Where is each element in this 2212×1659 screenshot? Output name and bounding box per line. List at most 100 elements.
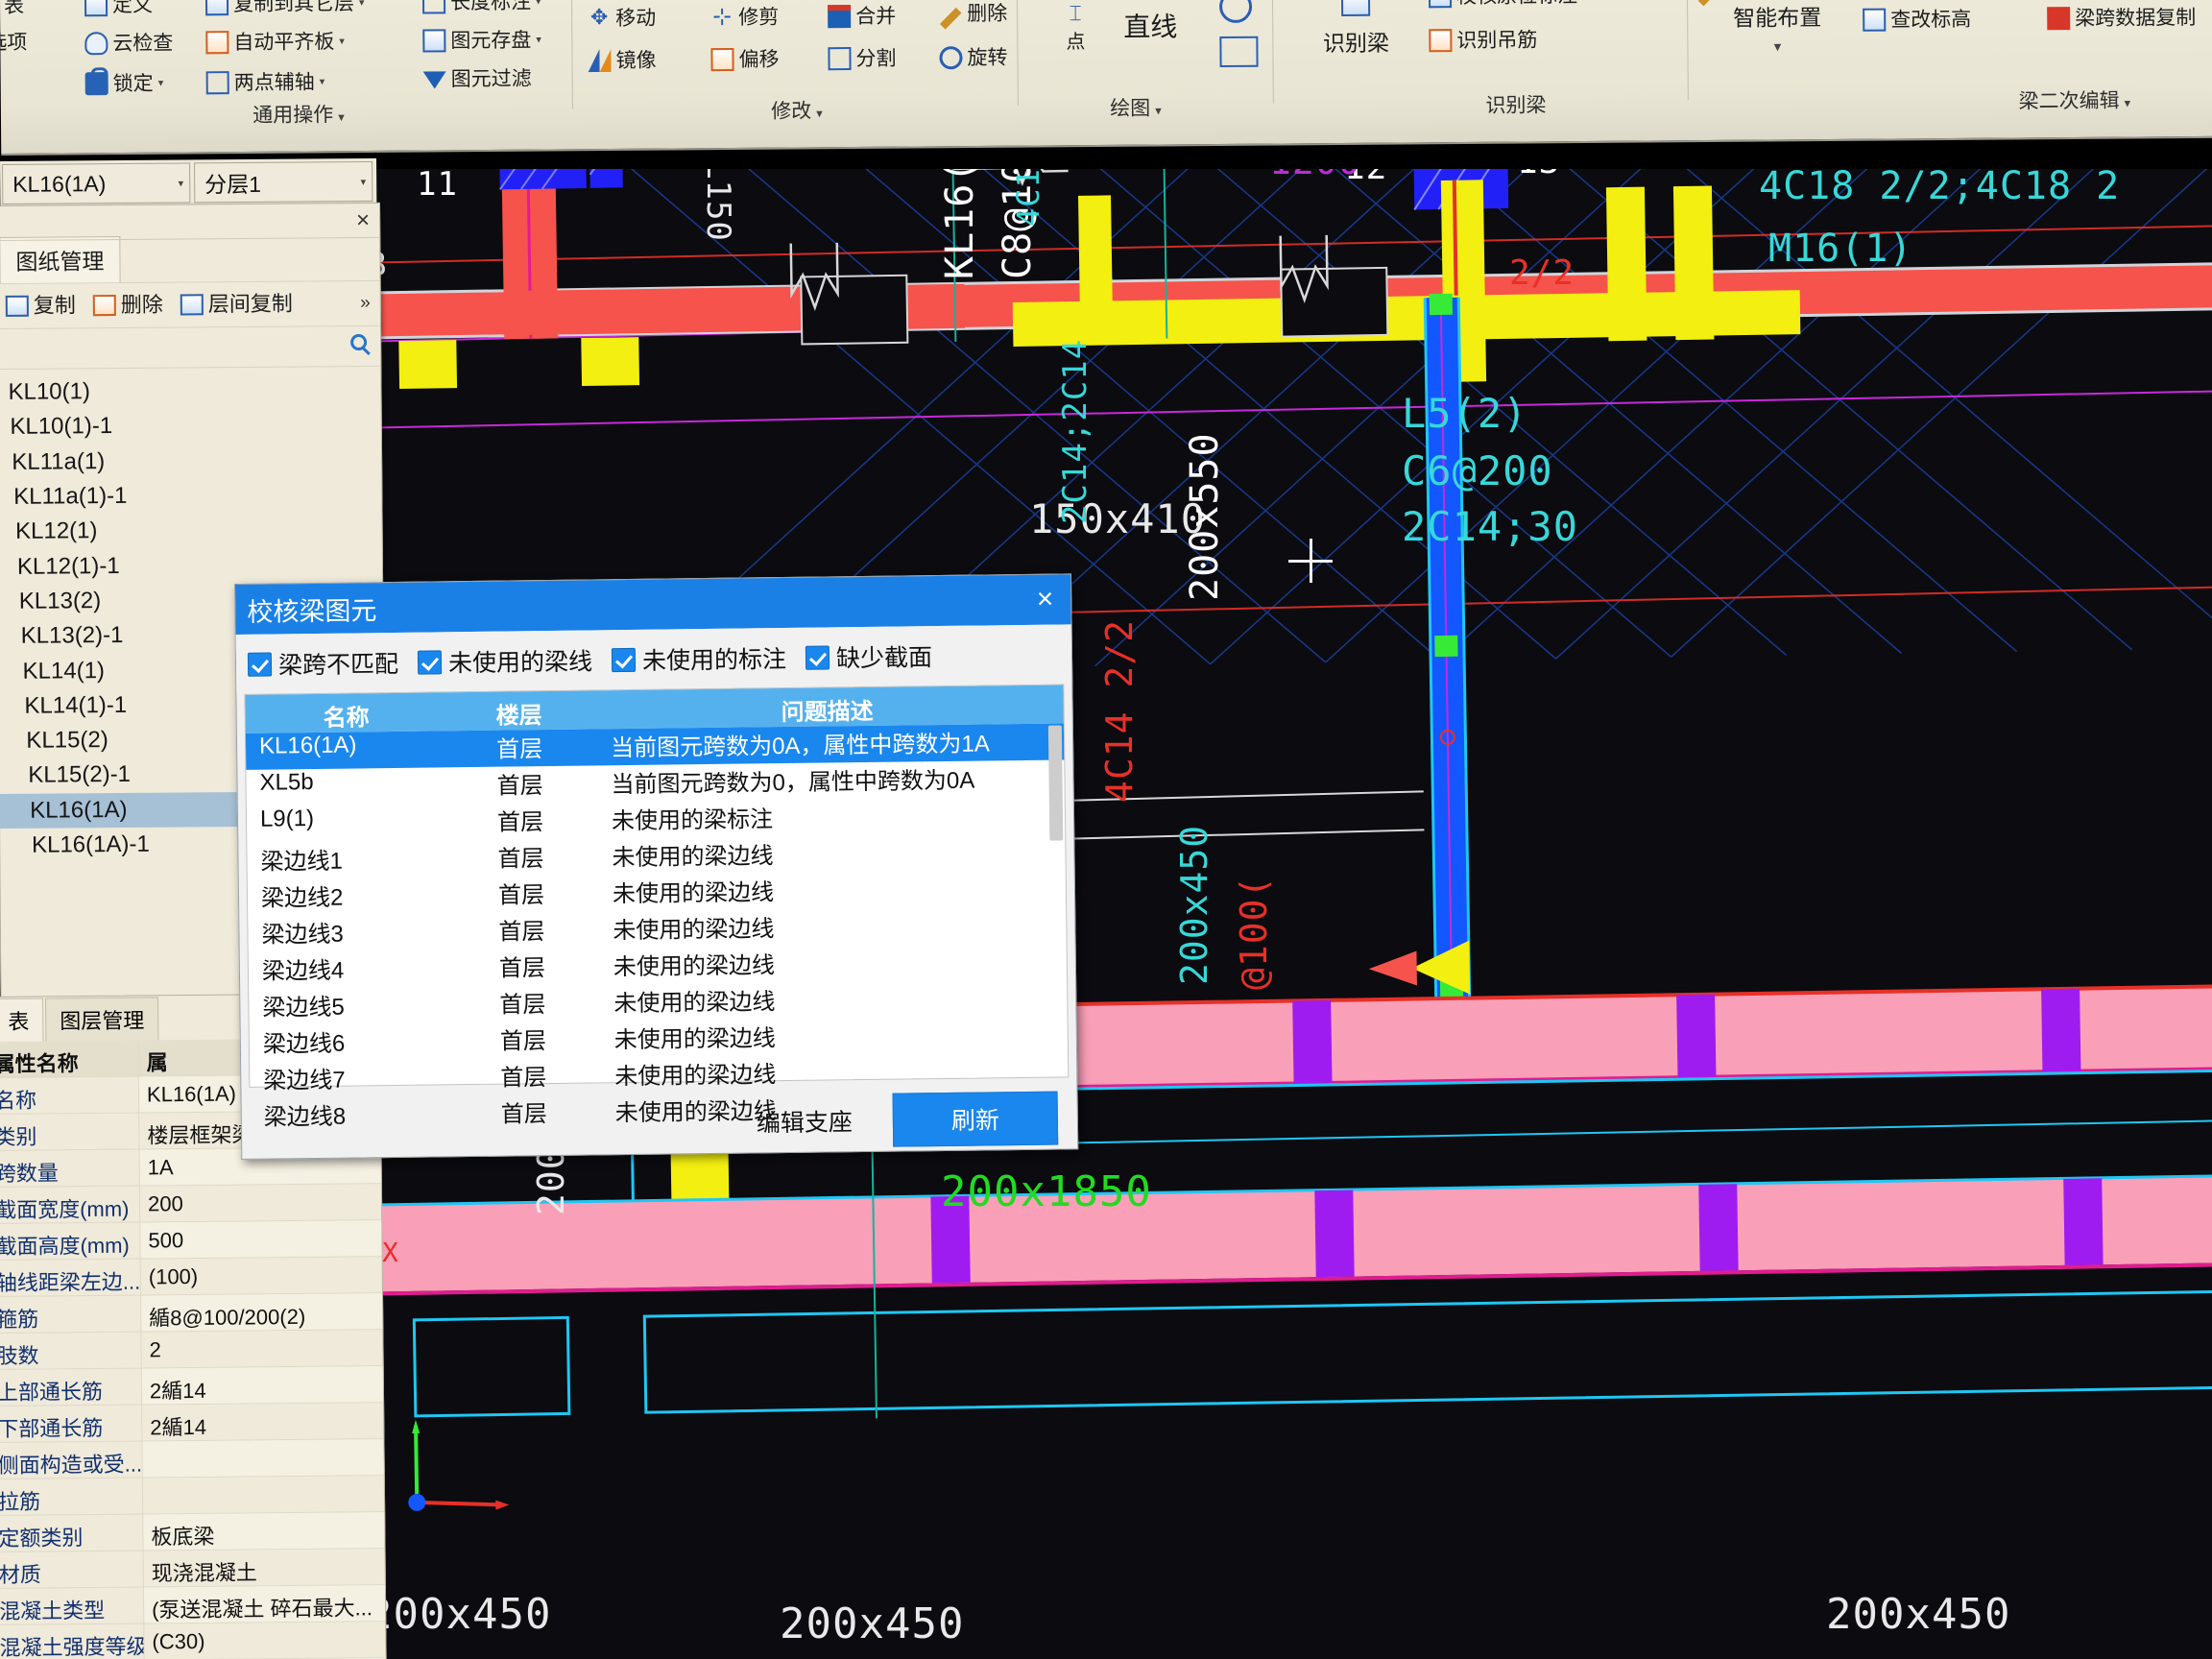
property-row[interactable]: 肢数 2 xyxy=(0,1330,383,1370)
property-value[interactable]: (100) xyxy=(139,1257,382,1295)
ribbon-item-move[interactable]: ✥ 移动 xyxy=(588,5,656,31)
chevron-down-icon[interactable]: ▾ xyxy=(339,36,345,47)
chevron-down-icon[interactable]: ▾ xyxy=(320,76,325,87)
chevron-down-icon[interactable]: ▾ xyxy=(165,177,184,189)
property-value[interactable]: 2 xyxy=(140,1330,383,1368)
drawing-tree-item[interactable]: KL10(1) xyxy=(0,373,381,410)
property-row[interactable]: 混凝土强度等级 (C30) xyxy=(0,1622,386,1659)
property-row[interactable]: 轴线距梁左边... (100) xyxy=(0,1257,382,1297)
ribbon-item-copy-to-layer[interactable]: 复制到其它层 ▾ xyxy=(204,0,365,16)
ribbon-item-auto-align-slab[interactable]: 自动平齐板 ▾ xyxy=(205,30,345,55)
ribbon-item-check-insitu-annotation[interactable]: 校核原位标注 xyxy=(1428,0,1577,9)
ribbon-item-element-filter[interactable]: 图元过滤 xyxy=(422,68,532,90)
ribbon-item-span-data-copy[interactable]: 梁跨数据复制 xyxy=(2047,6,2196,31)
property-row[interactable]: 截面宽度(mm) 200 xyxy=(0,1184,382,1224)
property-row[interactable]: 拉筋 xyxy=(0,1476,385,1516)
property-row[interactable]: 材质 现浇混凝土 xyxy=(0,1549,385,1589)
property-value[interactable]: 2䋸​14 xyxy=(140,1366,384,1405)
ribbon-item-options[interactable]: 选项 xyxy=(0,32,27,54)
ribbon-item-define[interactable]: 定义 xyxy=(84,0,153,17)
search-icon[interactable] xyxy=(350,333,368,351)
ribbon-item-rotate[interactable]: 旋转 xyxy=(939,46,1008,70)
ribbon-item-element-save[interactable]: 图元存盘 ▾ xyxy=(422,29,541,53)
circle-draw-icon[interactable] xyxy=(1218,0,1253,24)
chevron-down-icon[interactable]: ▾ xyxy=(158,77,164,88)
ribbon-item-cloud-check[interactable]: 云检查 xyxy=(84,32,173,56)
panel-button-copy[interactable]: 复制 xyxy=(5,293,76,318)
ribbon-item-length-dim[interactable]: 长度标注 ▾ xyxy=(421,0,541,14)
property-value[interactable]: (C30) xyxy=(143,1622,386,1659)
panel-overflow-icon[interactable]: » xyxy=(360,293,371,314)
property-value[interactable]: 现浇混凝土 xyxy=(142,1549,385,1587)
ribbon-item-check-edit-elevation[interactable]: 查改标高 xyxy=(1863,8,1971,32)
drawing-tree-item[interactable]: KL11a(1)-1 xyxy=(0,477,382,515)
ribbon-item-split[interactable]: 分割 xyxy=(828,47,897,71)
drawing-tree-item[interactable]: KL10(1)-1 xyxy=(0,407,381,445)
checkbox-checked-icon[interactable] xyxy=(417,649,443,675)
drawing-tree-item[interactable]: KL12(1) xyxy=(0,512,382,549)
ribbon-item-point[interactable]: ⌶ 点 xyxy=(1045,1,1106,55)
chevron-down-icon[interactable]: ▾ xyxy=(348,176,367,188)
property-value[interactable]: 2䋸​14 xyxy=(141,1403,384,1441)
panel-search-row[interactable] xyxy=(0,325,381,370)
check-beam-elements-dialog[interactable]: 校核梁图元 × 梁跨不匹配 未使用的梁线 未使用的标注 缺少截面 名称 楼层 问题描述… xyxy=(234,573,1079,1160)
vertical-scrollbar[interactable] xyxy=(1047,725,1064,841)
property-value[interactable]: 䋸​8@100/200(2) xyxy=(139,1293,383,1332)
ribbon-item-smart-layout[interactable]: 智能布置 ▾ xyxy=(1705,0,1849,56)
panel-button-delete[interactable]: 删除 xyxy=(92,293,163,317)
close-icon[interactable]: × xyxy=(1031,584,1060,615)
property-value[interactable] xyxy=(141,1476,385,1514)
filter-checkbox-1[interactable]: 未使用的梁线 xyxy=(417,642,592,679)
chevron-down-icon[interactable]: ▾ xyxy=(2125,96,2131,110)
ribbon-item-merge[interactable]: 合并 xyxy=(828,5,896,29)
checkbox-checked-icon[interactable] xyxy=(611,647,637,672)
close-icon[interactable]: × xyxy=(356,207,370,234)
layer-combo[interactable]: 分层1 ▾ xyxy=(194,160,373,204)
tab-layer-manager[interactable]: 图层管理 xyxy=(45,997,159,1042)
property-value[interactable]: 板底梁 xyxy=(142,1512,385,1551)
element-name-combo[interactable]: KL16(1A) ▾ xyxy=(2,162,191,204)
chevron-down-icon[interactable]: ▾ xyxy=(536,34,541,45)
property-row[interactable]: 上部通长筋 2䋸​14 xyxy=(0,1366,384,1407)
ribbon-item-offset[interactable]: 偏移 xyxy=(710,47,780,72)
ribbon-item-two-point-aux-axis[interactable]: 两点辅轴 ▾ xyxy=(205,70,325,95)
property-row[interactable]: 侧面构造或受... xyxy=(0,1439,384,1479)
property-value[interactable]: (泵送混凝土 碎石最大... xyxy=(142,1585,386,1623)
property-value[interactable] xyxy=(141,1439,384,1478)
chevron-down-icon[interactable]: ▾ xyxy=(359,0,365,9)
chevron-down-icon[interactable]: ▾ xyxy=(536,0,541,7)
property-value[interactable]: 500 xyxy=(139,1220,382,1259)
rectangle-draw-icon[interactable] xyxy=(1219,36,1259,68)
property-value[interactable]: 200 xyxy=(138,1184,382,1222)
drawing-tree-item[interactable]: KL12(1)-1 xyxy=(0,546,382,584)
ribbon-item-recognize-beam[interactable]: 识别梁 xyxy=(1292,0,1420,58)
property-row[interactable]: 箍筋 䋸​8@100/200(2) xyxy=(0,1293,383,1334)
tab-drawing-manager[interactable]: 图纸管理 xyxy=(0,235,121,283)
chevron-down-icon[interactable]: ▾ xyxy=(338,109,345,124)
drawing-tree-item[interactable]: KL11a(1) xyxy=(0,442,381,479)
point-icon: ⌶ xyxy=(1069,1,1082,26)
checkbox-checked-icon[interactable] xyxy=(247,652,273,677)
chevron-down-icon[interactable]: ▾ xyxy=(1155,104,1162,118)
ribbon-item-lock[interactable]: 锁定 ▾ xyxy=(84,72,164,96)
property-row[interactable]: 下部通长筋 2䋸​14 xyxy=(0,1403,384,1443)
ribbon-item-trim[interactable]: ⊹ 修剪 xyxy=(710,4,779,30)
property-row[interactable]: 混凝土类型 (泵送混凝土 碎石最大... xyxy=(0,1585,386,1625)
chevron-down-icon[interactable]: ▾ xyxy=(816,106,823,120)
filter-checkbox-2[interactable]: 未使用的标注 xyxy=(611,640,786,677)
cad-label-1200: 1200 xyxy=(1269,169,1361,182)
checkbox-checked-icon[interactable] xyxy=(805,644,830,670)
tab-table[interactable]: 表 xyxy=(0,998,44,1042)
property-row[interactable]: 定额类别 板底梁 xyxy=(0,1512,385,1552)
issues-table[interactable]: 名称 楼层 问题描述 KL16(1A) 首层 当前图元跨数为0A，属性中跨数为1A X… xyxy=(244,684,1070,1131)
filter-checkbox-0[interactable]: 梁跨不匹配 xyxy=(247,645,398,682)
ribbon-item-line[interactable]: 直线 xyxy=(1123,6,1177,44)
chevron-down-icon[interactable]: ▾ xyxy=(1705,37,1849,56)
ribbon-item-mirror[interactable]: 镜像 xyxy=(588,49,657,73)
filter-checkbox-3[interactable]: 缺少截面 xyxy=(805,638,932,675)
ribbon-item-recognize-hanger-bar[interactable]: 识别吊筋 xyxy=(1429,28,1537,53)
panel-button-inter-layer-copy[interactable]: 层间复制 xyxy=(180,292,293,316)
ribbon-item-delete[interactable]: 删除 xyxy=(939,3,1007,30)
property-row[interactable]: 截面高度(mm) 500 xyxy=(0,1220,382,1261)
ribbon-item-table[interactable]: 表 xyxy=(4,0,24,17)
